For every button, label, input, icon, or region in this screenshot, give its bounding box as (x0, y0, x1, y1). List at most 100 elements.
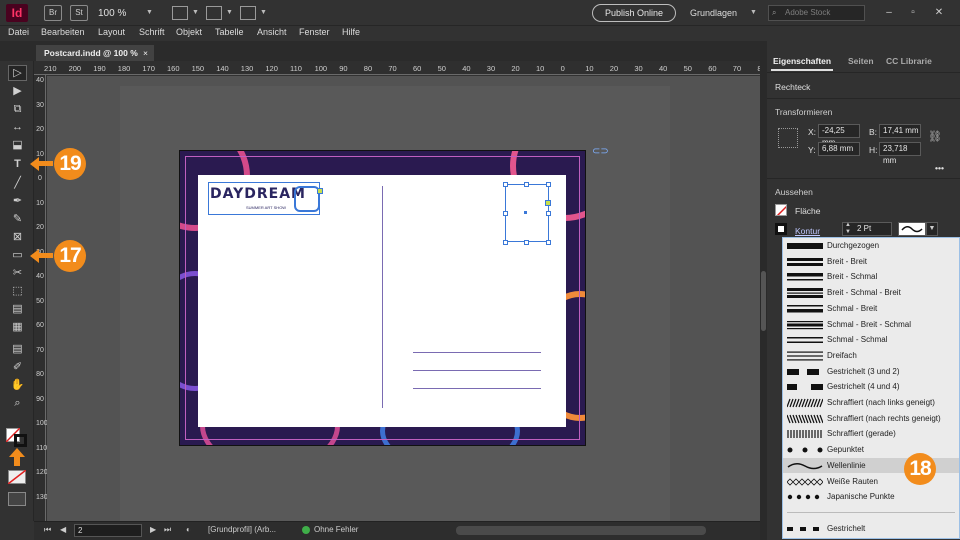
tab-cc-libraries[interactable]: CC Librarie (886, 56, 932, 66)
vertical-scrollbar[interactable] (760, 41, 767, 540)
menu-datei[interactable]: Datei (8, 27, 29, 37)
tab-eigenschaften[interactable]: Eigenschaften (773, 56, 831, 66)
publish-online-button[interactable]: Publish Online (592, 4, 676, 22)
height-field[interactable]: 23,718 mm (879, 142, 921, 165)
line-tool-icon[interactable]: ╱ (9, 176, 26, 190)
screen-mode-chevron-down-icon[interactable]: ▼ (226, 9, 233, 16)
gradient-swatch-tool-icon[interactable]: ▤ (9, 302, 26, 316)
stroke-type-option[interactable]: Durchgezogen (783, 238, 959, 254)
stroke-type-option[interactable]: Japanische Punkte (783, 489, 959, 505)
page-tool-icon[interactable]: ⧉ (9, 102, 26, 116)
pen-tool-icon[interactable]: ✒ (9, 194, 26, 208)
view-options-chevron-down-icon[interactable]: ▼ (192, 9, 199, 16)
stroke-type-option[interactable]: Schmal - Schmal (783, 332, 959, 348)
preflight-profile[interactable]: [Grundprofil] (Arb... (208, 525, 276, 534)
stroke-type-option[interactable]: Gestrichelt (3 und 2) (783, 364, 959, 380)
restore-icon[interactable]: ▫ (904, 6, 922, 20)
width-field[interactable]: 17,41 mm (879, 124, 921, 138)
menu-tabelle[interactable]: Tabelle (215, 27, 244, 37)
selection-tool-icon[interactable]: ▷ (9, 66, 26, 80)
stamp-rectangle[interactable] (505, 184, 549, 242)
stroke-type-option[interactable]: Gepunktet (783, 442, 959, 458)
tab-seiten[interactable]: Seiten (848, 56, 874, 66)
stroke-type-option[interactable]: Breit - Schmal (783, 269, 959, 285)
eyedropper-tool-icon[interactable]: ✐ (9, 360, 26, 374)
zoom-chevron-down-icon[interactable]: ▼ (146, 9, 153, 16)
adobe-stock-search-input[interactable]: Adobe Stock (768, 5, 865, 21)
selection-handle[interactable] (546, 182, 551, 187)
stroke-type-option[interactable]: Dreifach (783, 348, 959, 364)
stroke-type-option[interactable]: Breit - Schmal - Breit (783, 285, 959, 301)
stroke-color-swatch[interactable] (775, 223, 787, 235)
selection-handle[interactable] (546, 211, 551, 216)
workspace-chevron-down-icon[interactable]: ▼ (750, 9, 757, 16)
stock-button[interactable]: St (70, 5, 88, 21)
scissors-tool-icon[interactable]: ✂ (9, 266, 26, 280)
stroke-type-option[interactable]: Schraffiert (nach links geneigt) (783, 395, 959, 411)
stroke-type-option[interactable]: Schraffiert (nach rechts geneigt) (783, 411, 959, 427)
fill-none-swatch[interactable] (775, 204, 787, 216)
minimize-icon[interactable]: – (880, 6, 898, 20)
stroke-type-chevron-down-icon[interactable]: ▼ (926, 222, 938, 236)
corner-options-icon[interactable] (545, 200, 551, 206)
previous-page-icon[interactable]: ◀ (60, 525, 66, 534)
pencil-tool-icon[interactable]: ✎ (9, 212, 26, 226)
selection-handle[interactable] (503, 240, 508, 245)
hand-tool-icon[interactable]: ✋ (9, 378, 26, 392)
selection-handle[interactable] (524, 182, 529, 187)
workspace-switcher[interactable]: Grundlagen (690, 8, 737, 18)
constrain-proportions-icon[interactable]: ⛓ (928, 130, 942, 143)
next-page-icon[interactable]: ▶ (150, 525, 156, 534)
stroke-type-option[interactable]: Schmal - Breit (783, 301, 959, 317)
selection-handle[interactable] (503, 182, 508, 187)
menu-schrift[interactable]: Schrift (139, 27, 165, 37)
stroke-swatch[interactable] (14, 434, 27, 447)
selection-handle[interactable] (503, 211, 508, 216)
gap-tool-icon[interactable]: ↔ (9, 120, 26, 134)
stroke-type-option[interactable]: Schraffiert (gerade) (783, 426, 959, 442)
menu-ansicht[interactable]: Ansicht (257, 27, 287, 37)
document-tab[interactable]: Postcard.indd @ 100 % × (36, 45, 154, 61)
page-number-field[interactable]: 2 (74, 524, 142, 537)
apply-none-icon[interactable] (8, 470, 26, 484)
menu-fenster[interactable]: Fenster (299, 27, 330, 37)
stroke-weight-stepper-icon[interactable]: ▲ ▼ (845, 222, 851, 236)
selection-handle[interactable] (546, 240, 551, 245)
type-tool-icon[interactable]: T (9, 157, 26, 171)
first-page-icon[interactable]: ⏮ (44, 525, 51, 535)
horizontal-scrollbar[interactable] (456, 526, 706, 535)
selection-handle[interactable] (524, 240, 529, 245)
menu-bearbeiten[interactable]: Bearbeiten (41, 27, 85, 37)
rectangle-frame-tool-icon[interactable]: ⊠ (9, 230, 26, 244)
stroke-type-option[interactable]: Breit - Breit (783, 254, 959, 270)
screen-mode-icon[interactable] (8, 492, 26, 506)
direct-selection-tool-icon[interactable]: ▶ (9, 84, 26, 98)
screen-mode-icon[interactable] (206, 6, 222, 20)
last-page-icon[interactable]: ⏭ (164, 525, 171, 535)
menu-layout[interactable]: Layout (98, 27, 125, 37)
free-transform-tool-icon[interactable]: ⬚ (9, 284, 26, 298)
menu-objekt[interactable]: Objekt (176, 27, 202, 37)
bridge-button[interactable]: Br (44, 5, 62, 21)
reference-point-icon[interactable] (778, 128, 798, 148)
link-icon[interactable]: ⊂⊃ (592, 146, 609, 157)
stroke-type-selector[interactable] (898, 222, 926, 236)
zoom-tool-icon[interactable]: ⌕ (9, 396, 26, 410)
stroke-type-option[interactable]: Schmal - Breit - Schmal (783, 317, 959, 333)
zoom-level[interactable]: 100 % (98, 8, 126, 19)
close-window-icon[interactable]: ✕ (930, 6, 948, 20)
stroke-type-option[interactable]: Gestrichelt (4 und 4) (783, 379, 959, 395)
note-tool-icon[interactable]: ▤ (9, 342, 26, 356)
arrange-chevron-down-icon[interactable]: ▼ (260, 9, 267, 16)
gradient-feather-tool-icon[interactable]: ▦ (9, 320, 26, 334)
stroke-label[interactable]: Kontur (795, 226, 820, 236)
view-options-icon[interactable] (172, 6, 188, 20)
arrange-documents-icon[interactable] (240, 6, 256, 20)
content-collector-icon[interactable]: ⬓ (9, 138, 26, 152)
rectangle-tool-icon[interactable]: ▭ (9, 248, 26, 262)
open-page-icon[interactable]: ◐ (186, 525, 191, 534)
close-tab-icon[interactable]: × (143, 45, 148, 61)
y-position-field[interactable]: 6,88 mm (818, 142, 860, 156)
content-grabber-icon[interactable] (317, 188, 323, 194)
x-position-field[interactable]: -24,25 mm (818, 124, 860, 147)
